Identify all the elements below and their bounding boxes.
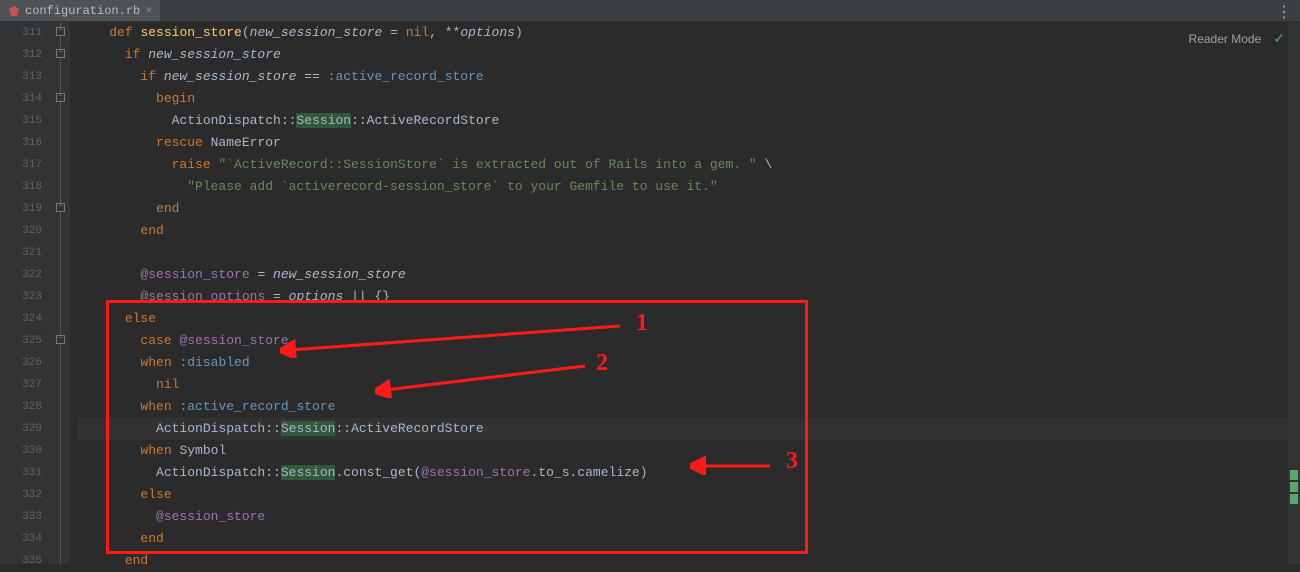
ruby-icon <box>8 5 20 17</box>
code-line[interactable] <box>78 242 1300 264</box>
line-number: 313 <box>0 66 42 88</box>
scrollbar-strip[interactable] <box>1288 22 1300 564</box>
fold-marker[interactable]: − <box>56 27 65 36</box>
line-number: 332 <box>0 484 42 506</box>
fold-marker[interactable]: − <box>56 93 65 102</box>
kebab-icon[interactable]: ⋮ <box>1276 2 1292 22</box>
line-number: 315 <box>0 110 42 132</box>
editor: 3113123133143153163173183193203213223233… <box>0 22 1300 564</box>
code-line[interactable]: if new_session_store <box>78 44 1300 66</box>
code-line[interactable]: ActionDispatch::Session::ActiveRecordSto… <box>78 110 1300 132</box>
code-line[interactable]: def session_store(new_session_store = ni… <box>78 22 1300 44</box>
code-line[interactable]: case @session_store <box>78 330 1300 352</box>
code-line[interactable]: end <box>78 550 1300 572</box>
line-number: 323 <box>0 286 42 308</box>
fold-marker[interactable]: − <box>56 335 65 344</box>
line-number: 322 <box>0 264 42 286</box>
line-number: 328 <box>0 396 42 418</box>
line-number: 334 <box>0 528 42 550</box>
code-line[interactable]: else <box>78 484 1300 506</box>
code-line[interactable]: end <box>78 220 1300 242</box>
tab-bar: configuration.rb × ⋮ <box>0 0 1300 22</box>
line-number: 318 <box>0 176 42 198</box>
line-number: 335 <box>0 550 42 572</box>
fold-column: − − − − − <box>52 22 70 564</box>
code-line[interactable]: ActionDispatch::Session.const_get(@sessi… <box>78 462 1300 484</box>
line-number: 311 <box>0 22 42 44</box>
mini-marker <box>1290 482 1298 492</box>
code-line[interactable]: begin <box>78 88 1300 110</box>
line-number: 319 <box>0 198 42 220</box>
line-number: 326 <box>0 352 42 374</box>
line-number: 320 <box>0 220 42 242</box>
line-number: 325 <box>0 330 42 352</box>
line-gutter: 3113123133143153163173183193203213223233… <box>0 22 52 564</box>
line-number: 329 <box>0 418 42 440</box>
code-line[interactable]: @session_store = new_session_store <box>78 264 1300 286</box>
code-line[interactable]: raise "`ActiveRecord::SessionStore` is e… <box>78 154 1300 176</box>
code-area[interactable]: def session_store(new_session_store = ni… <box>70 22 1300 564</box>
code-line[interactable]: end <box>78 528 1300 550</box>
close-icon[interactable]: × <box>145 4 152 18</box>
code-line[interactable]: "Please add `activerecord-session_store`… <box>78 176 1300 198</box>
code-line[interactable]: @session_store <box>78 506 1300 528</box>
code-line[interactable]: if new_session_store == :active_record_s… <box>78 66 1300 88</box>
tab-label: configuration.rb <box>25 4 140 18</box>
line-number: 333 <box>0 506 42 528</box>
line-number: 316 <box>0 132 42 154</box>
file-tab[interactable]: configuration.rb × <box>0 0 160 21</box>
code-line[interactable]: when :disabled <box>78 352 1300 374</box>
code-line[interactable]: else <box>78 308 1300 330</box>
code-line[interactable]: @session_options = options || {} <box>78 286 1300 308</box>
code-line[interactable]: rescue NameError <box>78 132 1300 154</box>
mini-marker <box>1290 494 1298 504</box>
line-number: 314 <box>0 88 42 110</box>
line-number: 330 <box>0 440 42 462</box>
code-line[interactable]: end <box>78 198 1300 220</box>
line-number: 317 <box>0 154 42 176</box>
fold-marker[interactable]: − <box>56 49 65 58</box>
fold-marker[interactable]: − <box>56 203 65 212</box>
line-number: 327 <box>0 374 42 396</box>
line-number: 331 <box>0 462 42 484</box>
code-line[interactable]: ActionDispatch::Session::ActiveRecordSto… <box>78 418 1300 440</box>
code-line[interactable]: nil <box>78 374 1300 396</box>
mini-marker <box>1290 470 1298 480</box>
line-number: 321 <box>0 242 42 264</box>
code-line[interactable]: when Symbol <box>78 440 1300 462</box>
line-number: 312 <box>0 44 42 66</box>
line-number: 324 <box>0 308 42 330</box>
code-line[interactable]: when :active_record_store <box>78 396 1300 418</box>
